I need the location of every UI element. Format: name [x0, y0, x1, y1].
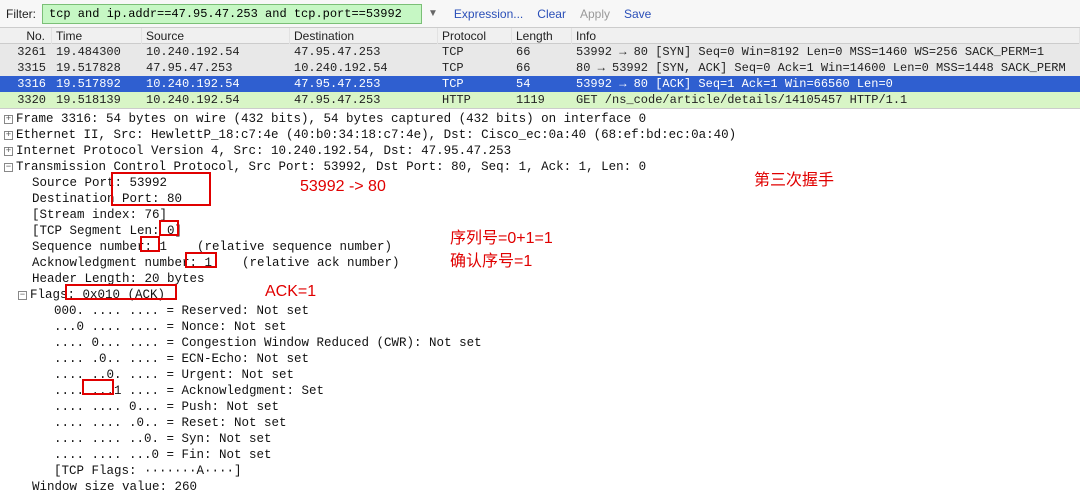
collapse-icon[interactable]: −	[18, 291, 27, 300]
frame-summary[interactable]: +Frame 3316: 54 bytes on wire (432 bits)…	[4, 111, 1080, 127]
save-link[interactable]: Save	[624, 7, 651, 21]
flag-syn[interactable]: .... .... ..0. = Syn: Not set	[4, 431, 1080, 447]
destination-port[interactable]: Destination Port: 80	[4, 191, 1080, 207]
cell-no: 3315	[0, 60, 52, 76]
cell-dst: 47.95.47.253	[290, 76, 438, 92]
flag-ack[interactable]: .... ...1 .... = Acknowledgment: Set	[4, 383, 1080, 399]
cell-dst: 47.95.47.253	[290, 92, 438, 108]
ethernet-summary[interactable]: +Ethernet II, Src: HewlettP_18:c7:4e (40…	[4, 127, 1080, 143]
cell-len: 66	[512, 60, 572, 76]
cell-dst: 10.240.192.54	[290, 60, 438, 76]
packet-list-pane: No. Time Source Destination Protocol Len…	[0, 28, 1080, 109]
cell-src: 47.95.47.253	[142, 60, 290, 76]
cell-proto: TCP	[438, 76, 512, 92]
expand-icon[interactable]: +	[4, 147, 13, 156]
packet-list-header[interactable]: No. Time Source Destination Protocol Len…	[0, 28, 1080, 44]
cell-src: 10.240.192.54	[142, 76, 290, 92]
cell-proto: TCP	[438, 60, 512, 76]
flag-nonce[interactable]: ...0 .... .... = Nonce: Not set	[4, 319, 1080, 335]
flag-reset[interactable]: .... .... .0.. = Reset: Not set	[4, 415, 1080, 431]
col-info[interactable]: Info	[572, 28, 1080, 44]
clear-link[interactable]: Clear	[537, 7, 566, 21]
cell-len: 66	[512, 44, 572, 60]
flag-reserved[interactable]: 000. .... .... = Reserved: Not set	[4, 303, 1080, 319]
flag-push[interactable]: .... .... 0... = Push: Not set	[4, 399, 1080, 415]
sequence-number[interactable]: Sequence number: 1 (relative sequence nu…	[4, 239, 1080, 255]
flag-cwr[interactable]: .... 0... .... = Congestion Window Reduc…	[4, 335, 1080, 351]
tcp-segment-len[interactable]: [TCP Segment Len: 0]	[4, 223, 1080, 239]
ack-number[interactable]: Acknowledgment number: 1 (relative ack n…	[4, 255, 1080, 271]
expand-icon[interactable]: +	[4, 131, 13, 140]
cell-len: 54	[512, 76, 572, 92]
col-no[interactable]: No.	[0, 28, 52, 44]
cell-no: 3261	[0, 44, 52, 60]
cell-info: 53992 → 80 [ACK] Seq=1 Ack=1 Win=66560 L…	[572, 76, 1080, 92]
cell-proto: TCP	[438, 44, 512, 60]
cell-info: GET /ns_code/article/details/14105457 HT…	[572, 92, 1080, 108]
collapse-icon[interactable]: −	[4, 163, 13, 172]
cell-time: 19.517892	[52, 76, 142, 92]
tcp-flags-string[interactable]: [TCP Flags: ·······A····]	[4, 463, 1080, 479]
cell-src: 10.240.192.54	[142, 92, 290, 108]
tcp-summary[interactable]: −Transmission Control Protocol, Src Port…	[4, 159, 1080, 175]
cell-proto: HTTP	[438, 92, 512, 108]
cell-time: 19.517828	[52, 60, 142, 76]
cell-info: 53992 → 80 [SYN] Seq=0 Win=8192 Len=0 MS…	[572, 44, 1080, 60]
apply-link[interactable]: Apply	[580, 7, 610, 21]
packet-row[interactable]: 326119.48430010.240.192.5447.95.47.253TC…	[0, 44, 1080, 60]
cell-no: 3320	[0, 92, 52, 108]
flags-summary[interactable]: −Flags: 0x010 (ACK)	[4, 287, 1080, 303]
packet-row[interactable]: 332019.51813910.240.192.5447.95.47.253HT…	[0, 92, 1080, 108]
filter-bar: Filter: ▼ Expression... Clear Apply Save	[0, 0, 1080, 28]
packet-row[interactable]: 331619.51789210.240.192.5447.95.47.253TC…	[0, 76, 1080, 92]
filter-input[interactable]	[42, 4, 422, 24]
col-len[interactable]: Length	[512, 28, 572, 44]
col-time[interactable]: Time	[52, 28, 142, 44]
filter-label: Filter:	[6, 7, 36, 21]
dropdown-icon[interactable]: ▼	[428, 8, 438, 19]
flag-ecn[interactable]: .... .0.. .... = ECN-Echo: Not set	[4, 351, 1080, 367]
col-proto[interactable]: Protocol	[438, 28, 512, 44]
window-size[interactable]: Window size value: 260	[4, 479, 1080, 495]
stream-index[interactable]: [Stream index: 76]	[4, 207, 1080, 223]
expression-link[interactable]: Expression...	[454, 7, 523, 21]
cell-src: 10.240.192.54	[142, 44, 290, 60]
filter-actions: Expression... Clear Apply Save	[454, 7, 651, 21]
col-src[interactable]: Source	[142, 28, 290, 44]
packet-row[interactable]: 331519.51782847.95.47.25310.240.192.54TC…	[0, 60, 1080, 76]
cell-len: 1119	[512, 92, 572, 108]
col-dst[interactable]: Destination	[290, 28, 438, 44]
flag-urgent[interactable]: .... ..0. .... = Urgent: Not set	[4, 367, 1080, 383]
cell-info: 80 → 53992 [SYN, ACK] Seq=0 Ack=1 Win=14…	[572, 60, 1080, 76]
ip-summary[interactable]: +Internet Protocol Version 4, Src: 10.24…	[4, 143, 1080, 159]
header-length[interactable]: Header Length: 20 bytes	[4, 271, 1080, 287]
cell-no: 3316	[0, 76, 52, 92]
cell-time: 19.484300	[52, 44, 142, 60]
cell-dst: 47.95.47.253	[290, 44, 438, 60]
expand-icon[interactable]: +	[4, 115, 13, 124]
packet-details-pane: +Frame 3316: 54 bytes on wire (432 bits)…	[0, 109, 1080, 495]
flag-fin[interactable]: .... .... ...0 = Fin: Not set	[4, 447, 1080, 463]
cell-time: 19.518139	[52, 92, 142, 108]
source-port[interactable]: Source Port: 53992	[4, 175, 1080, 191]
